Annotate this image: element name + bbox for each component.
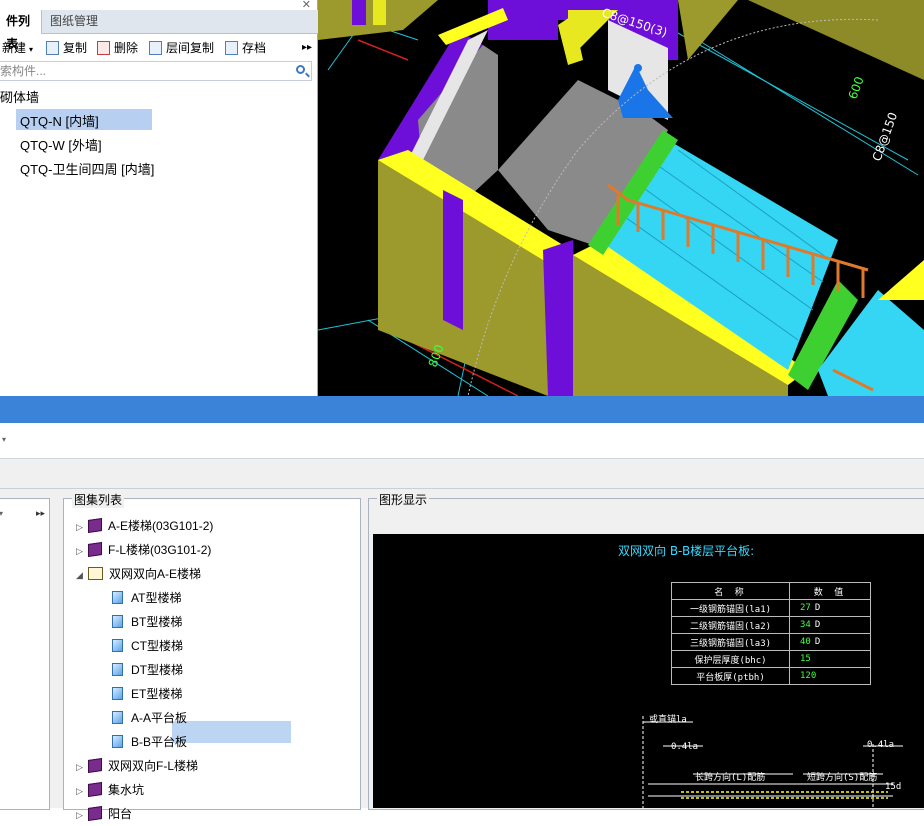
atlas-selection-highlight (172, 721, 291, 743)
book-icon (88, 782, 102, 797)
document-icon (112, 711, 123, 724)
3d-viewport[interactable]: C8@150(3) 600 C8@150 800 (318, 0, 924, 396)
search-input[interactable] (0, 63, 280, 79)
book-icon (88, 518, 102, 533)
expand-arrow-icon[interactable]: ▷ (76, 756, 88, 778)
copy-icon (46, 41, 59, 55)
expand-arrow-icon[interactable]: ▷ (76, 780, 88, 802)
search-icon[interactable] (296, 65, 305, 74)
atlas-item-label: A-A平台板 (131, 711, 188, 725)
new-button-label: 新建 (2, 41, 27, 55)
delete-icon (97, 41, 110, 55)
atlas-item[interactable]: ET型楼梯 (112, 683, 182, 705)
atlas-item[interactable]: A-A平台板 (112, 707, 187, 729)
component-panel: 件列表 图纸管理 ✕ 新建▾ 复制 删除 层间复制 存档 ▸▸ 砌体墙 QTQ-… (0, 0, 318, 396)
floor-copy-button-label: 层间复制 (166, 41, 215, 55)
tree-item-qtq-w[interactable]: QTQ-W [外墙] (20, 135, 102, 154)
collapse-arrow-icon[interactable]: ◢ (76, 564, 88, 586)
atlas-item-label: CT型楼梯 (131, 639, 183, 653)
component-toolbar: 新建 ▾ 复制 删除 层间复制 存档 ▸▸ (0, 36, 318, 60)
atlas-item[interactable]: AT型楼梯 (112, 587, 181, 609)
delete-button[interactable]: 删除 (97, 40, 138, 56)
tree-item-qtq-bathroom[interactable]: QTQ-卫生间四周 [内墙] (20, 159, 154, 178)
atlas-item-label: ET型楼梯 (131, 687, 183, 701)
document-icon (112, 687, 123, 700)
book-icon (88, 758, 102, 773)
atlas-item-label: 集水坑 (108, 783, 145, 797)
delete-button-label: 删除 (114, 41, 139, 55)
atlas-item[interactable]: ▷ A-E楼梯(03G101-2) (76, 515, 213, 537)
atlas-item[interactable]: DT型楼梯 (112, 659, 183, 681)
save-button[interactable]: 存档 (225, 40, 266, 56)
right-ratio-label: 0.4la (867, 740, 895, 750)
dropdown-arrow-icon: ▾ (29, 45, 34, 54)
atlas-item-label: F-L楼梯(03G101-2) (108, 543, 212, 557)
document-icon (112, 663, 123, 676)
save-icon (225, 41, 238, 55)
atlas-item[interactable]: ▷ F-L楼梯(03G101-2) (76, 539, 211, 561)
atlas-item[interactable]: ▷ 集水坑 (76, 779, 144, 801)
atlas-item[interactable]: ◢ 双网双向A-E楼梯 (76, 563, 201, 585)
panel-tab-bar: 件列表 图纸管理 (0, 10, 318, 51)
atlas-list-title: 图集列表 (72, 491, 125, 508)
dropdown-arrow-icon[interactable]: ▾ (2, 435, 6, 444)
new-button[interactable]: 新建 ▾ (2, 40, 33, 56)
atlas-item-label: 双网双向A-E楼梯 (109, 567, 202, 581)
expand-arrow-icon[interactable]: ▷ (76, 540, 88, 562)
dialog-menu-strip: ▾ (0, 423, 924, 459)
dimension-label-1: 600 (846, 75, 867, 101)
floor-copy-icon (149, 41, 162, 55)
atlas-item-label: 阳台 (108, 807, 133, 821)
anchor-label: 或直锚la (649, 715, 687, 725)
dialog-title-bar (0, 396, 924, 423)
dialog-toolbar-strip (0, 459, 924, 489)
book-icon (88, 542, 102, 557)
atlas-item-label: BT型楼梯 (131, 615, 183, 629)
dimension-15d-label: 15d (885, 782, 902, 792)
tree-item-qtq-n[interactable]: QTQ-N [内墙] (20, 111, 99, 130)
atlas-item-label: B-B平台板 (131, 735, 188, 749)
graphic-display-title: 图形显示 (377, 491, 430, 508)
document-icon (112, 591, 123, 604)
close-icon[interactable]: ✕ (302, 0, 311, 11)
expand-arrow-icon[interactable]: ▷ (76, 516, 88, 538)
rebar-detail-diagram (642, 716, 903, 808)
floor-copy-button[interactable]: 层间复制 (149, 40, 214, 56)
atlas-list-panel: 图集列表 ▷ A-E楼梯(03G101-2) ▷ F-L楼梯(03G101-2) ◢ 双网… (63, 491, 417, 821)
atlas-item[interactable]: ▷ 双网双向F-L楼梯 (76, 755, 198, 777)
long-span-label: 长跨方向(L)配筋 (695, 773, 766, 783)
left-ratio-label: 0.4la (671, 742, 699, 752)
dropdown-arrow-icon[interactable]: ▾ (0, 509, 3, 518)
expand-arrow-icon[interactable]: ▷ (76, 804, 88, 826)
tab-component-list[interactable]: 件列表 (0, 10, 42, 51)
toolbar-more-icon[interactable]: ▸▸ (302, 40, 312, 56)
cad-drawing[interactable]: 双网双向 B-B楼层平台板: 名 称数 值一级钢筋锚固(la1) 27 D 二级钢筋锚… (373, 534, 924, 808)
copy-button-label: 复制 (63, 41, 88, 55)
left-collapsed-pane: ▾ ▸▸ (0, 498, 50, 810)
rebar-label-2: C8@150 (870, 110, 901, 163)
tree-category-masonry-wall[interactable]: 砌体墙 (0, 87, 39, 106)
atlas-item[interactable]: BT型楼梯 (112, 611, 182, 633)
atlas-item-label: 双网双向F-L楼梯 (108, 759, 199, 773)
document-icon (112, 639, 123, 652)
3d-model-render: C8@150(3) 600 C8@150 800 (318, 0, 924, 396)
open-book-icon (88, 567, 103, 580)
book-icon (88, 806, 102, 821)
atlas-item[interactable]: ▷ 阳台 (76, 803, 132, 825)
atlas-item-label: A-E楼梯(03G101-2) (108, 519, 214, 533)
atlas-item-label: AT型楼梯 (131, 591, 182, 605)
document-icon (112, 615, 123, 628)
short-span-label: 短跨方向(S)配筋 (807, 773, 878, 783)
atlas-item[interactable]: CT型楼梯 (112, 635, 183, 657)
atlas-item-label: DT型楼梯 (131, 663, 183, 677)
atlas-item[interactable]: B-B平台板 (112, 731, 187, 753)
tab-drawing-management[interactable]: 图纸管理 (44, 10, 106, 34)
copy-button[interactable]: 复制 (46, 40, 87, 56)
document-icon (112, 735, 123, 748)
save-button-label: 存档 (242, 41, 267, 55)
expand-icon[interactable]: ▸▸ (36, 508, 45, 519)
search-box (0, 61, 312, 81)
